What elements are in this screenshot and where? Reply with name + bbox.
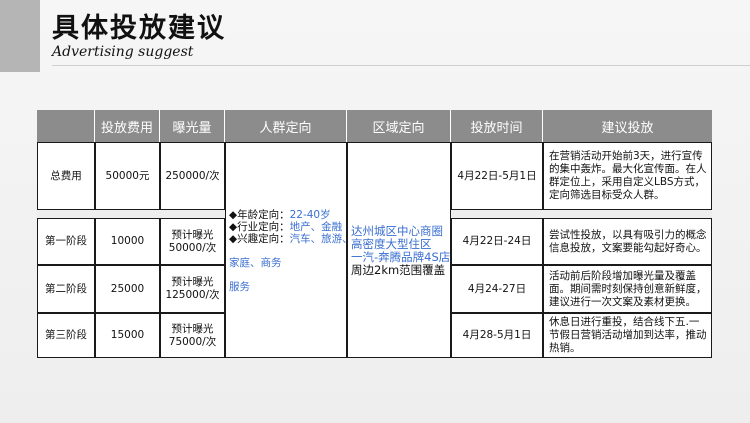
suggest-total: 在营销活动开始前3天，进行宣传的集中轰炸。最大化宣传面。在人群定位上，采用自定义…: [543, 142, 712, 210]
page-title: 具体投放建议: [52, 13, 226, 44]
header-cell-cost: 投放费用: [95, 110, 160, 142]
crowd-targeting-text: ◆年龄定向：22-40岁 ◆行业定向：地产、金融 ◆兴趣定向：汽车、旅游、 家庭…: [229, 209, 353, 293]
header-cell-time: 投放时间: [451, 110, 543, 142]
cost-total: 50000元: [95, 142, 160, 210]
crowd-interest-more1: 家庭、商务: [229, 257, 282, 269]
time-total: 4月22日-5月1日: [451, 142, 543, 210]
page-subtitle: Advertising suggest: [52, 44, 194, 60]
row-label-total: 总费用: [37, 142, 95, 210]
suggest-stage2: 活动前后阶段增加曝光量及覆盖面。期间需时刻保持创意新鲜度，建议进行一次文案及素材…: [543, 265, 712, 313]
crowd-age: ◆年龄定向：22-40岁: [229, 209, 331, 221]
header-cell-empty: [37, 110, 95, 142]
exposure-stage1: 预计曝光50000/次: [160, 218, 225, 265]
suggest-stage1: 尝试性投放，以具有吸引力的概念信息投放，文案要能勾起好奇心。: [543, 218, 712, 265]
header-cell-crowd: 人群定向: [225, 110, 347, 142]
cost-stage1: 10000: [95, 218, 160, 265]
row-gap-left: [37, 210, 225, 218]
crowd-interest-more2: 服务: [229, 281, 250, 293]
region-targeting-cell: 达州城区中心商圈 高密度大型住区 一汽-奔腾品牌4S店 周边2km范围覆盖: [347, 142, 451, 358]
cost-stage3: 15000: [95, 313, 160, 358]
time-stage2: 4月24-27日: [451, 265, 543, 313]
crowd-interest: ◆兴趣定向：汽车、旅游、: [229, 233, 353, 245]
exposure-stage3: 预计曝光75000/次: [160, 313, 225, 358]
crowd-industry: ◆行业定向：地产、金融: [229, 221, 343, 233]
row-label-stage3: 第三阶段: [37, 313, 95, 358]
corner-decoration: [0, 0, 40, 72]
cost-stage2: 25000: [95, 265, 160, 313]
row-gap-right: [451, 210, 712, 218]
region-targeting-text: 达州城区中心商圈 高密度大型住区 一汽-奔腾品牌4S店 周边2km范围覆盖: [351, 225, 450, 277]
advertising-table: 投放费用 曝光量 人群定向 区域定向 投放时间 建议投放 总费用 50000元 …: [37, 110, 712, 358]
region-line-4: 周边2km范围覆盖: [351, 263, 446, 277]
exposure-total: 250000/次: [160, 142, 225, 210]
time-stage1: 4月22日-24日: [451, 218, 543, 265]
header-cell-exposure: 曝光量: [160, 110, 225, 142]
crowd-targeting-cell: ◆年龄定向：22-40岁 ◆行业定向：地产、金融 ◆兴趣定向：汽车、旅游、 家庭…: [225, 142, 353, 358]
row-label-stage1: 第一阶段: [37, 218, 95, 265]
title-divider: [52, 65, 750, 66]
suggest-stage3: 休息日进行重投，结合线下五.一节假日营销活动增加到达率，推动热销。: [543, 313, 712, 358]
header-cell-suggest: 建议投放: [543, 110, 712, 142]
header-cell-region: 区域定向: [347, 110, 451, 142]
row-label-stage2: 第二阶段: [37, 265, 95, 313]
exposure-stage2: 预计曝光125000/次: [160, 265, 225, 313]
time-stage3: 4月28-5月1日: [451, 313, 543, 358]
